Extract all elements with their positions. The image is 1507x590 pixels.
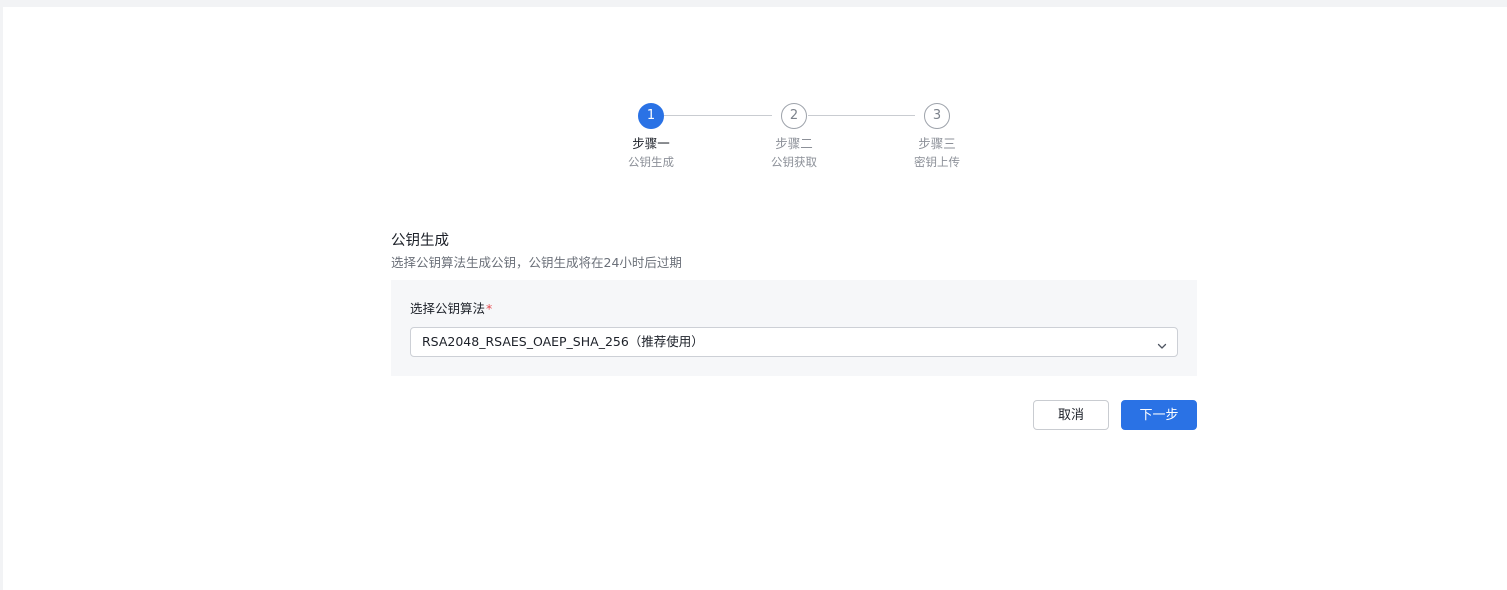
algorithm-form: 选择公钥算法* RSA2048_RSAES_OAEP_SHA_256（推荐使用） [391,280,1197,376]
chevron-down-icon [1156,337,1168,349]
section-title: 公钥生成 [391,233,449,249]
step-3-desc: 密钥上传 [914,155,960,169]
algorithm-select-value: RSA2048_RSAES_OAEP_SHA_256（推荐使用） [422,334,704,349]
algorithm-label-text: 选择公钥算法 [410,301,486,316]
step-3-title: 步骤三 [918,136,956,151]
step-2-title: 步骤二 [775,136,813,151]
step-3: 3 步骤三 密钥上传 [877,103,997,170]
section-description: 选择公钥算法生成公钥，公钥生成将在24小时后过期 [391,255,682,270]
next-step-button[interactable]: 下一步 [1121,400,1197,430]
step-1-desc: 公钥生成 [628,155,674,169]
algorithm-label: 选择公钥算法* [410,300,492,318]
main-panel: 1 步骤一 公钥生成 2 步骤二 公钥获取 3 步骤三 密钥上传 公钥生成 选择… [3,7,1507,590]
step-3-number: 3 [924,103,950,129]
step-2: 2 步骤二 公钥获取 [734,103,854,170]
cancel-button[interactable]: 取消 [1033,400,1109,430]
step-2-desc: 公钥获取 [771,155,817,169]
step-1-title: 步骤一 [632,136,670,151]
stepper: 1 步骤一 公钥生成 2 步骤二 公钥获取 3 步骤三 密钥上传 [3,7,1507,207]
required-mark: * [486,301,493,316]
step-1-number: 1 [638,103,664,129]
step-2-number: 2 [781,103,807,129]
step-1: 1 步骤一 公钥生成 [591,103,711,170]
algorithm-select[interactable]: RSA2048_RSAES_OAEP_SHA_256（推荐使用） [410,327,1178,357]
